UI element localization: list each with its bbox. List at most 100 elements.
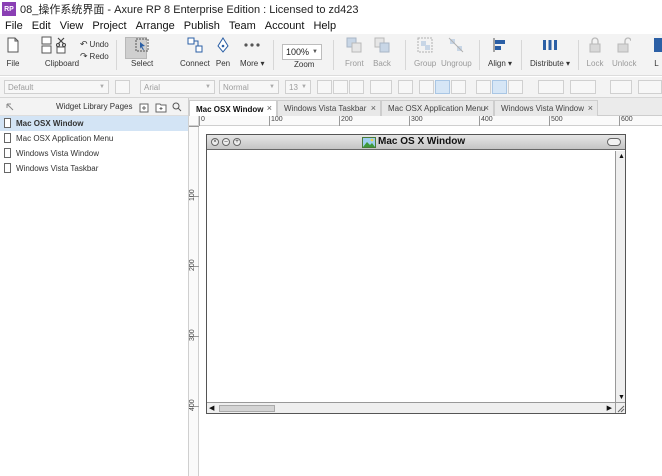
line-width-icon[interactable] (638, 80, 662, 94)
align-center-text-icon[interactable] (435, 80, 450, 94)
scroll-thumb[interactable] (219, 405, 275, 412)
collapse-icon[interactable] (4, 101, 16, 113)
horizontal-ruler: 0 100 200 300 400 500 600 (199, 116, 662, 126)
menu-arrange[interactable]: Arrange (131, 20, 179, 32)
chevron-down-icon: ▼ (301, 84, 307, 90)
search-icon[interactable] (171, 101, 183, 113)
menu-view[interactable]: View (55, 20, 88, 32)
style-select[interactable]: Default ▼ (4, 80, 109, 94)
close-icon[interactable]: × (484, 103, 489, 113)
scroll-right-icon[interactable]: ▶ (607, 404, 612, 412)
menu-team[interactable]: Team (224, 20, 260, 32)
clipboard-label: Clipboard (44, 59, 80, 68)
menu-file[interactable]: File (0, 20, 27, 32)
file-button[interactable]: File (4, 36, 22, 68)
close-icon[interactable]: × (267, 103, 272, 113)
chevron-down-icon: ▼ (205, 84, 211, 90)
page-item-label: Mac OSX Window (16, 119, 84, 128)
back-button[interactable]: Back (373, 36, 391, 68)
toolbar-divider (578, 40, 579, 70)
add-page-icon[interactable] (138, 101, 150, 113)
menu-edit[interactable]: Edit (27, 20, 55, 32)
vertical-scrollbar[interactable]: ▲ ▼ (615, 151, 625, 403)
tab-windows-vista-window[interactable]: Windows Vista Window × (494, 100, 598, 116)
add-folder-icon[interactable] (155, 101, 167, 113)
bullet-icon[interactable] (398, 80, 413, 94)
line-color-icon[interactable] (610, 80, 632, 94)
tab-windows-vista-taskbar[interactable]: Windows Vista Taskbar × (277, 100, 381, 116)
tab-label: Mac OSX Application Menu (388, 104, 486, 113)
align-right-text-icon[interactable] (451, 80, 466, 94)
page-item[interactable]: Mac OSX Application Menu (0, 131, 188, 146)
ruler-mark (189, 126, 199, 127)
unlock-button[interactable]: Unlock (612, 36, 636, 68)
underline-icon[interactable] (349, 80, 364, 94)
mac-window-titlebar[interactable]: × – + Mac OS X Window (207, 135, 625, 150)
menu-help[interactable]: Help (308, 20, 340, 32)
page-item[interactable]: Windows Vista Window (0, 146, 188, 161)
left-icon (651, 36, 662, 54)
page-item-label: Mac OSX Application Menu (16, 134, 114, 143)
close-icon[interactable]: × (211, 138, 219, 146)
style-edit-icon[interactable] (115, 80, 130, 94)
ruler-mark: 400 (189, 399, 199, 411)
pen-button[interactable]: Pen (214, 36, 232, 68)
menu-account[interactable]: Account (260, 20, 309, 32)
lock-button[interactable]: Lock (586, 36, 604, 68)
ungroup-button[interactable]: Ungroup (441, 36, 472, 68)
valign-middle-icon[interactable] (492, 80, 507, 94)
undo-button[interactable]: ↶ Undo (80, 39, 109, 50)
align-label: Align ▾ (488, 59, 513, 68)
connect-button[interactable]: Connect (180, 36, 210, 68)
distribute-icon (541, 36, 559, 54)
tab-label: Windows Vista Taskbar (284, 104, 367, 113)
tab-mac-osx-application-menu[interactable]: Mac OSX Application Menu × (381, 100, 494, 116)
valign-bottom-icon[interactable] (508, 80, 523, 94)
menu-project[interactable]: Project (87, 20, 130, 32)
valign-top-icon[interactable] (476, 80, 491, 94)
zoom-select[interactable]: 100% ▼ (282, 44, 322, 60)
font-select[interactable]: Arial ▼ (140, 80, 215, 94)
front-button[interactable]: Front (345, 36, 364, 68)
menu-publish[interactable]: Publish (179, 20, 224, 32)
toolbar-divider (405, 40, 406, 70)
font-weight-select[interactable]: Normal ▼ (219, 80, 279, 94)
font-size-select[interactable]: 13 ▼ (285, 80, 311, 94)
horizontal-scrollbar[interactable]: ◀ ▶ (207, 402, 615, 413)
mac-os-x-window-widget[interactable]: × – + Mac OS X Window ▲ ▼ ◀ ▶ (206, 134, 626, 414)
close-icon[interactable]: × (588, 103, 593, 113)
tab-mac-osx-window[interactable]: Mac OSX Window × (189, 100, 277, 117)
distribute-button[interactable]: Distribute ▾ (530, 36, 570, 68)
toolbar-divider (521, 40, 522, 70)
select-button[interactable]: Select (131, 36, 153, 68)
shadow-icon[interactable] (570, 80, 596, 94)
page-item[interactable]: Windows Vista Taskbar (0, 161, 188, 176)
clipboard-icon[interactable] (40, 36, 84, 54)
bold-icon[interactable] (317, 80, 332, 94)
select-icon (133, 36, 151, 54)
scroll-down-icon[interactable]: ▼ (618, 394, 625, 401)
select-label: Select (131, 59, 154, 68)
redo-button[interactable]: ↷ Redo (80, 51, 109, 62)
scroll-up-icon[interactable]: ▲ (618, 153, 625, 160)
resize-grip-icon[interactable] (615, 402, 625, 413)
font-color-icon[interactable] (370, 80, 392, 94)
toolbar-toggle-icon[interactable] (607, 138, 621, 146)
align-left-text-icon[interactable] (419, 80, 434, 94)
clipboard-icons (40, 36, 84, 54)
lock-icon (586, 36, 604, 54)
left-cut-button[interactable]: L (651, 36, 662, 68)
close-icon[interactable]: × (371, 103, 376, 113)
minimize-icon[interactable]: – (222, 138, 230, 146)
maximize-icon[interactable]: + (233, 138, 241, 146)
group-button[interactable]: Group (414, 36, 436, 68)
file-icon (4, 36, 22, 54)
page-item[interactable]: Mac OSX Window (0, 116, 188, 131)
align-button[interactable]: Align ▾ (488, 36, 512, 68)
more-button[interactable]: More ▾ (240, 36, 264, 68)
scroll-left-icon[interactable]: ◀ (209, 404, 214, 412)
mac-window-title: Mac OS X Window (378, 136, 466, 147)
italic-icon[interactable] (333, 80, 348, 94)
connect-icon (186, 36, 204, 54)
fill-color-icon[interactable] (538, 80, 564, 94)
